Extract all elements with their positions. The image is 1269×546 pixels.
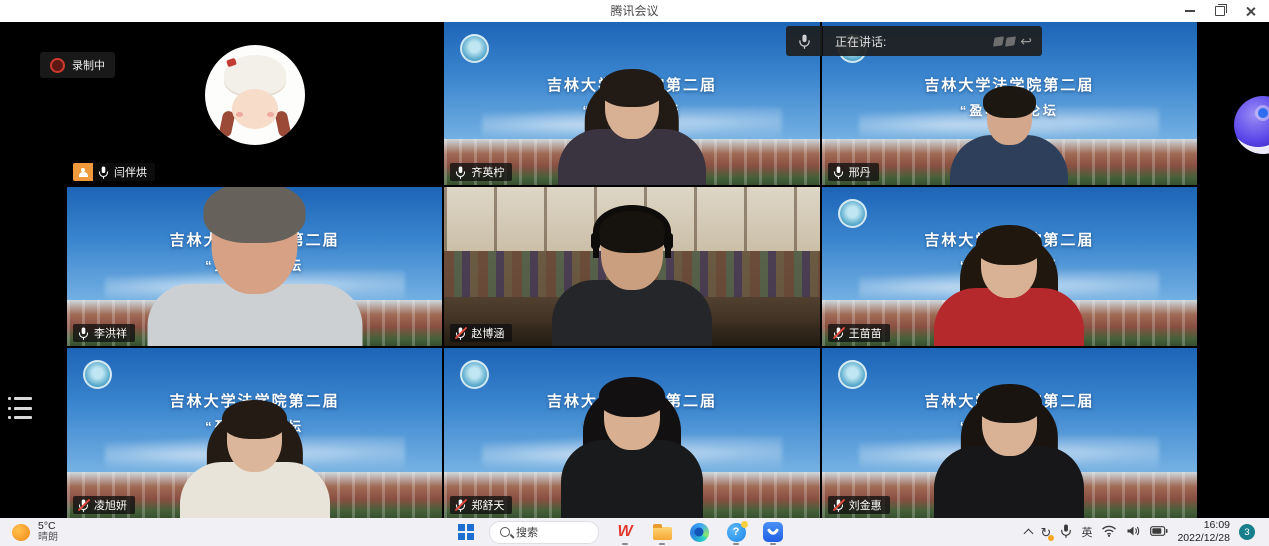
temperature: 5°C: [38, 520, 58, 532]
person-silhouette: [147, 189, 362, 346]
person-silhouette: [934, 389, 1084, 518]
minimize-icon: [1185, 10, 1195, 12]
search-icon: [500, 527, 510, 537]
restore-icon: [1215, 6, 1225, 16]
participant-name: 赵博涵: [471, 325, 504, 341]
participant-name: 王苗苗: [849, 325, 882, 341]
close-icon: [1245, 6, 1256, 17]
start-button[interactable]: [458, 524, 474, 540]
video-tile[interactable]: 吉林大学法学院第二届 “盈科杯”论坛 刘金惠: [822, 348, 1197, 518]
notification-badge[interactable]: 3: [1239, 524, 1255, 540]
university-logo-icon: [83, 360, 112, 389]
mic-icon: [455, 166, 466, 179]
university-logo-icon: [838, 360, 867, 389]
mic-icon: [78, 499, 89, 512]
host-badge: [73, 163, 93, 181]
wps-icon[interactable]: W: [614, 520, 636, 544]
participant-name: 凌旭妍: [94, 497, 127, 513]
headphones: [593, 205, 671, 258]
window-controls: [1175, 0, 1265, 22]
person-silhouette: [558, 73, 706, 185]
mic-icon: [833, 327, 844, 340]
weather-condition: 晴朗: [38, 532, 58, 544]
close-button[interactable]: [1235, 1, 1265, 21]
mic-icon: [98, 166, 109, 179]
wifi-icon[interactable]: [1101, 525, 1117, 540]
flag-icon: [1005, 36, 1016, 46]
member-list-button[interactable]: [8, 395, 32, 421]
video-tile[interactable]: 吉林大学法学院第二届 “盈科杯”论坛 李洪祥: [67, 187, 442, 346]
video-tile[interactable]: 闫伴烘: [67, 22, 442, 185]
sync-icon[interactable]: ↻: [1041, 526, 1052, 539]
minimize-button[interactable]: [1175, 1, 1205, 21]
tencent-meeting-icon[interactable]: [762, 520, 784, 544]
university-logo-icon: [460, 360, 489, 389]
person-silhouette: [180, 405, 330, 518]
time: 16:09: [1177, 519, 1230, 532]
taskbar: 5°C 晴朗 搜索 W ? ↻ 英 16:09 2022/12/28 3: [0, 518, 1269, 546]
ime-indicator[interactable]: 英: [1081, 524, 1092, 540]
recording-label: 录制中: [72, 57, 105, 73]
participant-name: 邢丹: [849, 164, 871, 180]
speaking-mic-icon: [786, 26, 823, 56]
mic-icon: [78, 327, 89, 340]
speaking-bar: 正在讲话: ↩: [786, 26, 1042, 56]
date: 2022/12/28: [1177, 532, 1230, 545]
video-tile[interactable]: 赵博涵: [444, 187, 819, 346]
participant-name: 闫伴烘: [114, 164, 147, 180]
mic-icon: [455, 327, 466, 340]
file-explorer-icon[interactable]: [651, 520, 673, 544]
volume-icon[interactable]: [1126, 525, 1141, 540]
meeting-stage: 闫伴烘 吉林大学法学院第二届 “盈科杯”论坛 齐英柠 吉林大学法学院第二届 “盈…: [0, 22, 1269, 518]
title-bar: 腾讯会议: [0, 0, 1269, 22]
video-tile[interactable]: 吉林大学法学院第二届 “盈科杯”论坛 郑舒天: [444, 348, 819, 518]
sun-icon: [12, 524, 30, 541]
window-title: 腾讯会议: [0, 0, 1269, 22]
qq-icon[interactable]: ?: [725, 520, 747, 544]
participant-name: 李洪祥: [94, 325, 127, 341]
host-person-icon: [79, 168, 88, 177]
mic-icon: [833, 166, 844, 179]
search-box[interactable]: 搜索: [489, 521, 599, 544]
edge-icon[interactable]: [688, 520, 710, 544]
mic-icon: [455, 499, 466, 512]
speaking-label: 正在讲话:: [835, 33, 886, 50]
person-silhouette: [552, 214, 712, 346]
weather-widget[interactable]: 5°C 晴朗: [12, 518, 58, 546]
battery-icon[interactable]: [1150, 526, 1168, 539]
mic-icon: [833, 499, 844, 512]
search-label: 搜索: [516, 524, 538, 540]
video-tile[interactable]: 吉林大学法学院第二届 “盈科杯”论坛 齐英柠: [444, 22, 819, 185]
tray-chevron-icon[interactable]: [1023, 528, 1033, 538]
flag-icon: [993, 36, 1004, 46]
avatar: [205, 45, 305, 145]
video-tile[interactable]: 吉林大学法学院第二届 “盈科杯”论坛 王苗苗: [822, 187, 1197, 346]
recording-indicator[interactable]: 录制中: [40, 52, 115, 78]
university-logo-icon: [460, 34, 489, 63]
assistant-orb[interactable]: [1234, 96, 1269, 154]
person-silhouette: [950, 90, 1068, 185]
participant-name: 郑舒天: [471, 497, 504, 513]
video-grid: 闫伴烘 吉林大学法学院第二届 “盈科杯”论坛 齐英柠 吉林大学法学院第二届 “盈…: [67, 22, 1197, 518]
recording-dot-icon: [50, 58, 65, 73]
person-silhouette: [934, 230, 1084, 346]
participant-name: 齐英柠: [471, 164, 504, 180]
person-silhouette: [561, 382, 703, 518]
participant-name: 刘金惠: [849, 497, 882, 513]
university-logo-icon: [838, 199, 867, 228]
undo-arrow-icon: ↩: [1020, 34, 1032, 48]
tray-mic-icon[interactable]: [1060, 524, 1072, 541]
clock[interactable]: 16:09 2022/12/28: [1177, 519, 1230, 545]
video-tile[interactable]: 吉林大学法学院第二届 “盈科杯”论坛 凌旭妍: [67, 348, 442, 518]
restore-button[interactable]: [1205, 1, 1235, 21]
